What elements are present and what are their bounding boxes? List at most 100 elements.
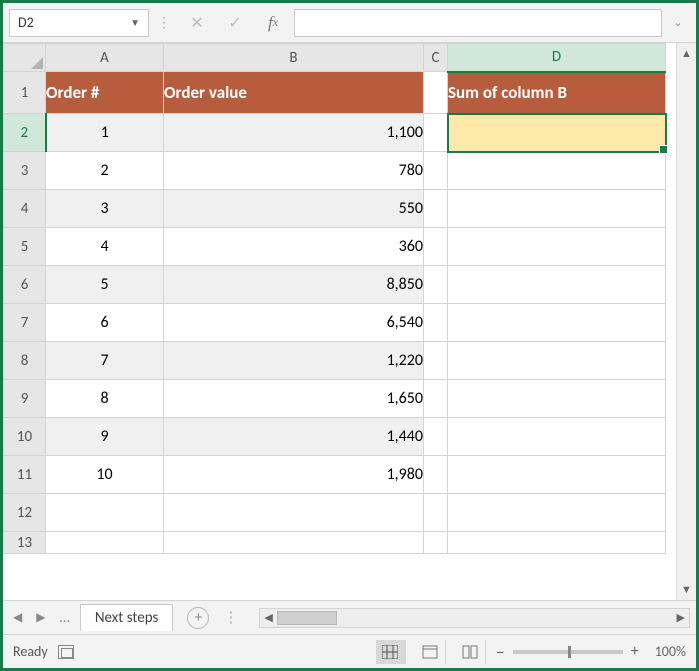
- cell-D8[interactable]: [448, 342, 666, 380]
- sheet-nav-prev-icon[interactable]: ◀: [9, 610, 26, 625]
- horizontal-scrollbar[interactable]: ◀ ▶: [259, 608, 690, 628]
- cell-A10[interactable]: 9: [46, 418, 164, 456]
- cell-B6[interactable]: 8,850: [164, 266, 424, 304]
- cell-A11[interactable]: 10: [46, 456, 164, 494]
- cell-D11[interactable]: [448, 456, 666, 494]
- col-head-D[interactable]: D: [448, 44, 666, 72]
- cell-C4[interactable]: [424, 190, 448, 228]
- chevron-down-icon[interactable]: ▼: [130, 16, 140, 29]
- header-order-num[interactable]: Order #: [46, 72, 164, 114]
- sheet-tab-next-steps[interactable]: Next steps: [80, 604, 174, 631]
- cell-C13[interactable]: [424, 532, 448, 554]
- row-head-9[interactable]: 9: [4, 380, 46, 418]
- zoom-level[interactable]: 100%: [655, 643, 686, 660]
- cell-D6[interactable]: [448, 266, 666, 304]
- cell-C8[interactable]: [424, 342, 448, 380]
- cell-A8[interactable]: 7: [46, 342, 164, 380]
- row-head-4[interactable]: 4: [4, 190, 46, 228]
- hscroll-thumb[interactable]: [277, 611, 337, 625]
- cell-C1[interactable]: [424, 72, 448, 114]
- col-head-C[interactable]: C: [424, 44, 448, 72]
- row-head-6[interactable]: 6: [4, 266, 46, 304]
- spreadsheet-grid[interactable]: A B C D 1 Order # Order value Sum of col…: [3, 43, 667, 554]
- row-head-13[interactable]: 13: [4, 532, 46, 554]
- header-sum-col-b[interactable]: Sum of column B: [448, 72, 666, 114]
- page-break-view-button[interactable]: [456, 640, 486, 664]
- cell-B3[interactable]: 780: [164, 152, 424, 190]
- cell-C12[interactable]: [424, 494, 448, 532]
- cell-A2[interactable]: 1: [46, 114, 164, 152]
- cell-D3[interactable]: [448, 152, 666, 190]
- scroll-right-icon[interactable]: ▶: [677, 611, 685, 624]
- sheet-overflow-icon[interactable]: …: [55, 609, 73, 627]
- cell-A13[interactable]: [46, 532, 164, 554]
- header-order-value[interactable]: Order value: [164, 72, 424, 114]
- zoom-slider-thumb[interactable]: [568, 646, 571, 658]
- row-head-3[interactable]: 3: [4, 152, 46, 190]
- cell-C5[interactable]: [424, 228, 448, 266]
- cell-B2[interactable]: 1,100: [164, 114, 424, 152]
- cell-C7[interactable]: [424, 304, 448, 342]
- row-head-12[interactable]: 12: [4, 494, 46, 532]
- add-sheet-button[interactable]: +: [187, 607, 209, 629]
- cell-A12[interactable]: [46, 494, 164, 532]
- cell-D7[interactable]: [448, 304, 666, 342]
- cancel-formula-button: ✕: [180, 9, 214, 37]
- cell-B11[interactable]: 1,980: [164, 456, 424, 494]
- cell-C10[interactable]: [424, 418, 448, 456]
- zoom-slider-track[interactable]: [513, 650, 623, 654]
- cell-D5[interactable]: [448, 228, 666, 266]
- cell-A7[interactable]: 6: [46, 304, 164, 342]
- name-box[interactable]: D2 ▼: [9, 9, 149, 37]
- cell-B8[interactable]: 1,220: [164, 342, 424, 380]
- sheet-nav-next-icon[interactable]: ▶: [32, 610, 49, 625]
- cell-A6[interactable]: 5: [46, 266, 164, 304]
- macro-record-icon[interactable]: [58, 645, 74, 659]
- scroll-up-icon[interactable]: ▲: [681, 47, 692, 60]
- formula-input[interactable]: [294, 9, 662, 37]
- cell-C2[interactable]: [424, 114, 448, 152]
- select-all-corner[interactable]: [4, 44, 46, 72]
- row-head-10[interactable]: 10: [4, 418, 46, 456]
- cell-D2-selected[interactable]: [448, 114, 666, 152]
- cell-A3[interactable]: 2: [46, 152, 164, 190]
- row-head-1[interactable]: 1: [4, 72, 46, 114]
- normal-view-button[interactable]: [376, 640, 406, 664]
- cell-B12[interactable]: [164, 494, 424, 532]
- zoom-out-button[interactable]: −: [496, 641, 505, 663]
- expand-formula-button[interactable]: ⌄: [666, 16, 690, 29]
- row-head-7[interactable]: 7: [4, 304, 46, 342]
- row-head-8[interactable]: 8: [4, 342, 46, 380]
- cell-C9[interactable]: [424, 380, 448, 418]
- scroll-left-icon[interactable]: ◀: [264, 611, 272, 624]
- cell-A4[interactable]: 3: [46, 190, 164, 228]
- scroll-down-icon[interactable]: ▼: [681, 583, 692, 596]
- cell-B5[interactable]: 360: [164, 228, 424, 266]
- cell-C6[interactable]: [424, 266, 448, 304]
- col-head-B[interactable]: B: [164, 44, 424, 72]
- cell-D13[interactable]: [448, 532, 666, 554]
- cell-C3[interactable]: [424, 152, 448, 190]
- cell-C11[interactable]: [424, 456, 448, 494]
- fx-button[interactable]: fx: [256, 9, 290, 37]
- cell-D9[interactable]: [448, 380, 666, 418]
- cell-D12[interactable]: [448, 494, 666, 532]
- vertical-scrollbar[interactable]: ▲ ▼: [676, 43, 696, 600]
- row-head-2[interactable]: 2: [4, 114, 46, 152]
- cell-B9[interactable]: 1,650: [164, 380, 424, 418]
- cell-D4[interactable]: [448, 190, 666, 228]
- tab-split-handle-icon[interactable]: ⋮: [223, 608, 239, 627]
- drag-handle-icon[interactable]: ⋮: [153, 14, 176, 31]
- cell-A5[interactable]: 4: [46, 228, 164, 266]
- col-head-A[interactable]: A: [46, 44, 164, 72]
- page-layout-view-button[interactable]: [416, 640, 446, 664]
- cell-B10[interactable]: 1,440: [164, 418, 424, 456]
- zoom-in-button[interactable]: +: [631, 642, 639, 661]
- row-head-5[interactable]: 5: [4, 228, 46, 266]
- cell-B7[interactable]: 6,540: [164, 304, 424, 342]
- row-head-11[interactable]: 11: [4, 456, 46, 494]
- cell-D10[interactable]: [448, 418, 666, 456]
- cell-B4[interactable]: 550: [164, 190, 424, 228]
- cell-B13[interactable]: [164, 532, 424, 554]
- cell-A9[interactable]: 8: [46, 380, 164, 418]
